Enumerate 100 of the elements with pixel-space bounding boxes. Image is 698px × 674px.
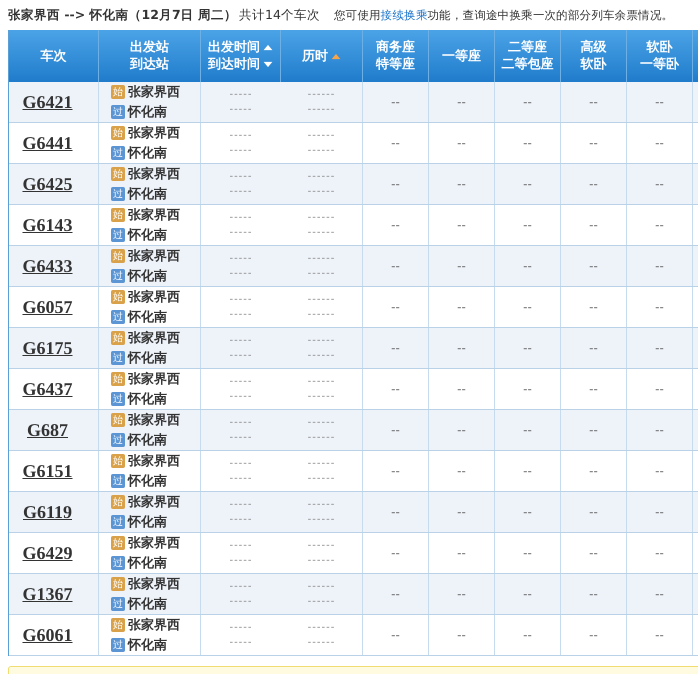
seat-cell: -- bbox=[523, 464, 532, 478]
time-text: ----- bbox=[229, 212, 253, 223]
time-text: ----- bbox=[229, 130, 253, 141]
seat-cell: -- bbox=[457, 505, 466, 519]
seat-cell: -- bbox=[523, 505, 532, 519]
train-number-link[interactable]: G6175 bbox=[22, 338, 84, 358]
pass-tag: 过 bbox=[111, 146, 125, 160]
station-name: 怀化南 bbox=[128, 391, 167, 408]
duration-text: ------ bbox=[308, 145, 336, 156]
seat-cell: -- bbox=[457, 423, 466, 437]
station-name: 怀化南 bbox=[128, 268, 167, 285]
seat-cell: -- bbox=[523, 546, 532, 560]
seat-cell: -- bbox=[523, 259, 532, 273]
train-number-link[interactable]: G6057 bbox=[22, 296, 84, 318]
column-header[interactable]: 软卧 一等卧 bbox=[640, 39, 679, 73]
seat-cell: -- bbox=[655, 587, 664, 601]
seat-cell: -- bbox=[457, 546, 466, 560]
pass-tag: 过 bbox=[111, 351, 125, 365]
train-number-link[interactable]: G6061 bbox=[22, 624, 84, 646]
seat-cell: -- bbox=[589, 95, 598, 109]
seat-cell: -- bbox=[457, 95, 466, 109]
sort-down-icon[interactable] bbox=[263, 61, 273, 68]
route-title: 张家界西 --> 怀化南（12月7日 周二） bbox=[8, 6, 237, 24]
seat-cell: -- bbox=[589, 136, 598, 150]
train-number-link[interactable]: G6119 bbox=[22, 502, 84, 522]
train-number-link[interactable]: G6437 bbox=[22, 378, 84, 400]
station-name: 张家界西 bbox=[128, 288, 180, 306]
duration-text: ------ bbox=[308, 186, 336, 197]
seat-cell: -- bbox=[523, 95, 532, 109]
seat-cell: -- bbox=[457, 218, 466, 232]
station-name: 怀化南 bbox=[128, 227, 167, 244]
station-name: 怀化南 bbox=[128, 637, 167, 654]
station-name: 怀化南 bbox=[128, 186, 167, 203]
column-header[interactable]: 二等座 二等包座 bbox=[502, 39, 554, 73]
seat-cell: -- bbox=[523, 136, 532, 150]
time-text: ----- bbox=[229, 417, 253, 428]
train-number-link[interactable]: G6143 bbox=[22, 214, 84, 236]
pass-tag: 过 bbox=[111, 474, 125, 488]
duration-text: ------ bbox=[308, 391, 336, 402]
pass-tag: 过 bbox=[111, 638, 125, 652]
time-text: ----- bbox=[229, 458, 253, 469]
time-text: ----- bbox=[229, 104, 253, 115]
time-text: ----- bbox=[229, 89, 253, 100]
duration-text: ------ bbox=[308, 171, 336, 182]
duration-text: ------ bbox=[308, 417, 336, 428]
pass-tag: 过 bbox=[111, 310, 125, 324]
time-text: ----- bbox=[229, 473, 253, 484]
time-text: ----- bbox=[229, 294, 253, 305]
origin-tag: 始 bbox=[111, 372, 125, 386]
seat-cell: -- bbox=[523, 587, 532, 601]
seat-cell: -- bbox=[655, 136, 664, 150]
seat-cell: -- bbox=[457, 628, 466, 642]
seat-cell: -- bbox=[655, 95, 664, 109]
train-number-link[interactable]: G6151 bbox=[22, 460, 84, 482]
seat-cell: -- bbox=[523, 382, 532, 396]
time-text: ----- bbox=[229, 391, 253, 402]
seat-cell: -- bbox=[391, 505, 400, 519]
transfer-hint: 您可使用接续换乘功能，查询途中换乘一次的部分列车余票情况。 bbox=[334, 8, 674, 22]
pass-tag: 过 bbox=[111, 228, 125, 242]
seat-cell: -- bbox=[655, 546, 664, 560]
column-header[interactable]: 商务座 特等座 bbox=[376, 39, 415, 73]
column-header[interactable]: 出发站 到达站 bbox=[130, 39, 169, 73]
seat-cell: -- bbox=[391, 177, 400, 191]
seat-cell: -- bbox=[391, 341, 400, 355]
column-header[interactable]: 出发时间 到达时间 bbox=[208, 39, 273, 73]
time-text: ----- bbox=[229, 637, 253, 648]
train-number-link[interactable]: G1367 bbox=[22, 584, 84, 604]
train-number-link[interactable]: G6429 bbox=[22, 542, 84, 564]
train-number-link[interactable]: G6425 bbox=[22, 174, 84, 194]
seat-cell: -- bbox=[391, 423, 400, 437]
transfer-link[interactable]: 接续换乘 bbox=[380, 8, 428, 22]
seat-cell: -- bbox=[457, 177, 466, 191]
seat-cell: -- bbox=[391, 587, 400, 601]
duration-text: ------ bbox=[308, 514, 336, 525]
sort-up-icon[interactable] bbox=[263, 44, 273, 51]
train-number-link[interactable]: G6441 bbox=[22, 132, 84, 154]
duration-text: ------ bbox=[308, 540, 336, 551]
duration-text: ------ bbox=[308, 376, 336, 387]
duration-text: ------ bbox=[308, 268, 336, 279]
seat-cell: -- bbox=[523, 628, 532, 642]
station-name: 张家界西 bbox=[128, 330, 180, 347]
duration-text: ------ bbox=[308, 458, 336, 469]
seat-cell: -- bbox=[523, 423, 532, 437]
time-text: ----- bbox=[229, 514, 253, 525]
time-text: ----- bbox=[229, 350, 253, 361]
pass-tag: 过 bbox=[111, 515, 125, 529]
train-number-link[interactable]: G6421 bbox=[22, 92, 84, 112]
station-name: 怀化南 bbox=[128, 309, 167, 326]
seat-cell: -- bbox=[655, 464, 664, 478]
station-name: 张家界西 bbox=[128, 576, 180, 593]
seat-cell: -- bbox=[391, 218, 400, 232]
train-number-link[interactable]: G687 bbox=[26, 420, 80, 440]
time-text: ----- bbox=[229, 145, 253, 156]
seat-cell: -- bbox=[457, 382, 466, 396]
seat-cell: -- bbox=[523, 218, 532, 232]
seat-cell: -- bbox=[589, 259, 598, 273]
sort-up-icon[interactable] bbox=[331, 52, 341, 60]
pass-tag: 过 bbox=[111, 105, 125, 119]
train-number-link[interactable]: G6433 bbox=[22, 256, 84, 276]
column-header[interactable]: 高级 软卧 bbox=[580, 39, 606, 73]
